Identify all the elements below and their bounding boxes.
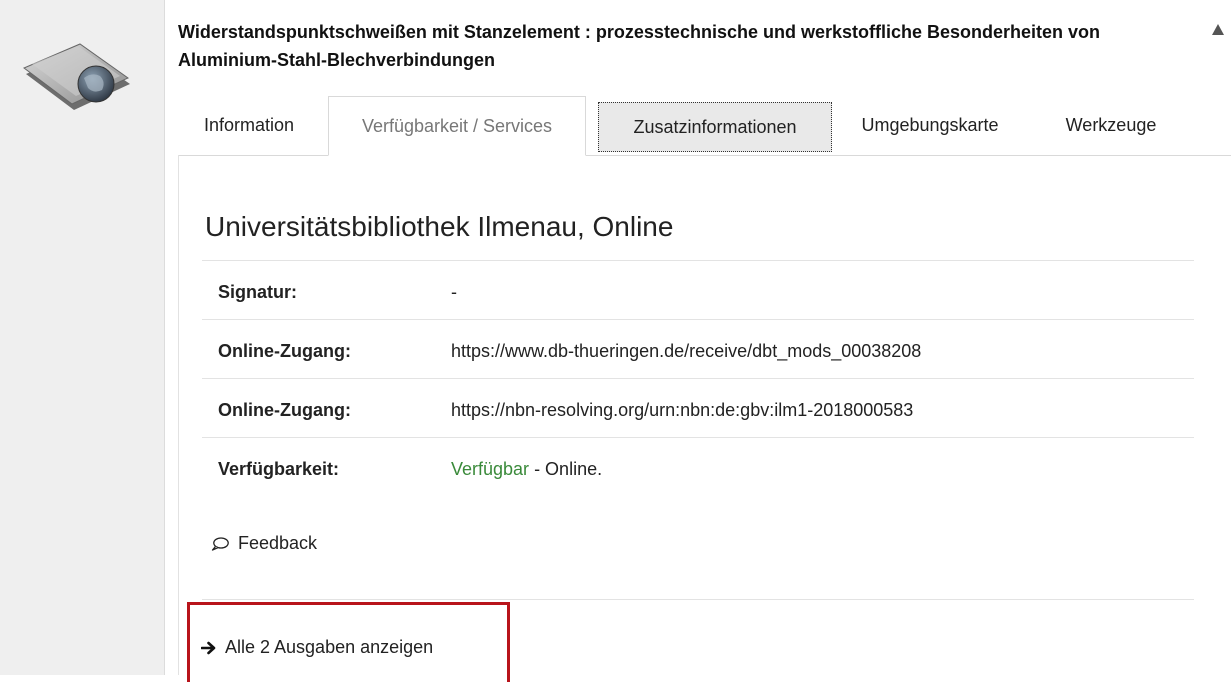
online-resource-folder-icon [23,43,130,110]
divider [202,319,1194,320]
tab-information[interactable]: Information [178,96,320,154]
call-number-label: Signatur: [218,282,297,302]
divider [202,378,1194,379]
divider [202,260,1194,261]
online-access-label: Online-Zugang: [218,400,351,420]
availability-value: Verfügbar - Online. [451,459,602,480]
online-access-link[interactable]: https://nbn-resolving.org/urn:nbn:de:gbv… [451,400,913,421]
record-tabs: Information Verfügbarkeit / Services Zus… [178,96,1231,156]
availability-panel: Universitätsbibliothek Ilmenau, Online S… [178,155,1231,682]
availability-status-text: - Online. [529,459,603,479]
arrow-right-icon [201,641,216,654]
speech-bubble-icon [211,536,229,551]
feedback-link[interactable]: Feedback [211,533,317,554]
online-access-label: Online-Zugang: [218,341,351,361]
record-icon-column [0,0,165,675]
availability-label: Verfügbarkeit: [218,459,340,479]
online-access-link[interactable]: https://www.db-thueringen.de/receive/dbt… [451,341,921,362]
divider [202,599,1194,600]
tab-area-map[interactable]: Umgebungskarte [840,96,1020,154]
tab-tools[interactable]: Werkzeuge [1046,96,1176,154]
call-number-value: - [451,282,457,302]
all-editions-label: Alle 2 Ausgaben anzeigen [225,637,434,657]
library-name: Universitätsbibliothek Ilmenau, Online [205,211,674,242]
feedback-label: Feedback [238,533,318,553]
tab-availability-services[interactable]: Verfügbarkeit / Services [328,96,586,156]
divider [202,437,1194,438]
tab-additional-information[interactable]: Zusatzinformationen [598,102,832,152]
all-editions-link[interactable]: Alle 2 Ausgaben anzeigen [201,637,433,658]
collapse-arrow-icon[interactable] [1212,24,1224,35]
record-title: Widerstandspunktschweißen mit Stanzeleme… [178,22,1101,70]
availability-status-link[interactable]: Verfügbar [451,459,529,479]
